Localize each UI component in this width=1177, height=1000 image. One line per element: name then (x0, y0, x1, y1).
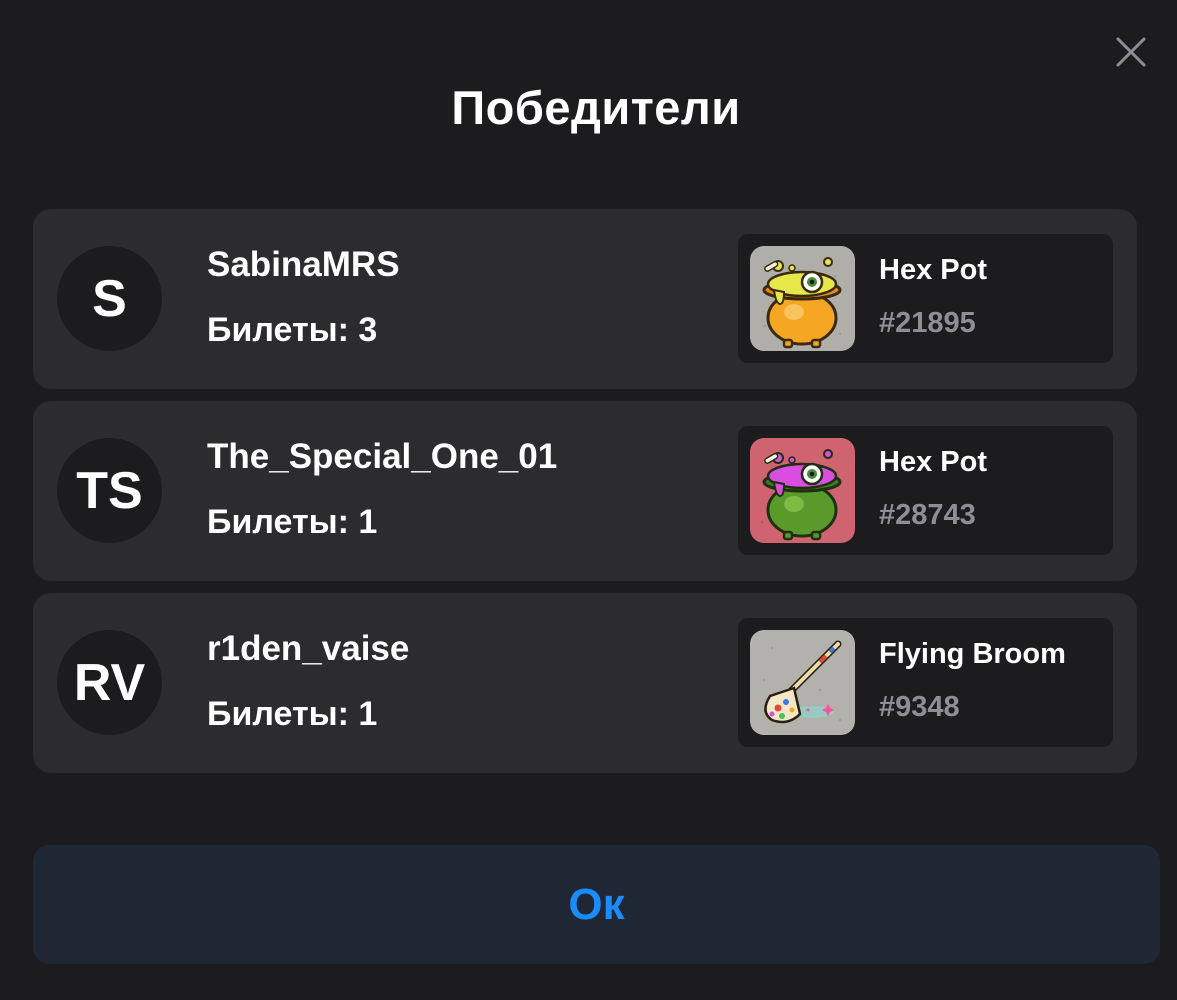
winner-username[interactable]: r1den_vaise (207, 629, 409, 669)
dialog-title: Победители (451, 81, 741, 134)
winner-card: RV r1den_vaise Билеты: 1 Flying Broom #9… (33, 593, 1137, 773)
winner-tickets: Билеты: 1 (207, 503, 378, 541)
prize-number: #21895 (879, 307, 976, 339)
prize-card[interactable]: Hex Pot #28743 (738, 426, 1113, 555)
close-button[interactable] (1113, 34, 1149, 70)
ok-button[interactable]: Ок (33, 845, 1160, 964)
winners-dialog: Победители S SabinaMRS Билеты: 3 Hex Pot… (0, 0, 1177, 1000)
prize-number: #28743 (879, 499, 976, 531)
winners-list: S SabinaMRS Билеты: 3 Hex Pot #21895 TS … (33, 209, 1137, 785)
winner-card: S SabinaMRS Билеты: 3 Hex Pot #21895 (33, 209, 1137, 389)
winner-tickets: Билеты: 1 (207, 695, 378, 733)
prize-name: Hex Pot (879, 446, 987, 478)
avatar[interactable]: S (57, 246, 162, 351)
hex-pot-green-icon (750, 438, 855, 543)
prize-number: #9348 (879, 691, 960, 723)
close-icon (1116, 37, 1146, 67)
avatar[interactable]: TS (57, 438, 162, 543)
ok-button-label: Ок (568, 879, 625, 929)
winner-username[interactable]: The_Special_One_01 (207, 437, 557, 477)
winner-card: TS The_Special_One_01 Билеты: 1 Hex Pot … (33, 401, 1137, 581)
avatar[interactable]: RV (57, 630, 162, 735)
prize-card[interactable]: Hex Pot #21895 (738, 234, 1113, 363)
prize-card[interactable]: Flying Broom #9348 (738, 618, 1113, 747)
winner-tickets: Билеты: 3 (207, 311, 378, 349)
winner-username[interactable]: SabinaMRS (207, 245, 400, 285)
flying-broom-icon (750, 630, 855, 735)
prize-name: Flying Broom (879, 638, 1066, 670)
hex-pot-gold-icon (750, 246, 855, 351)
prize-name: Hex Pot (879, 254, 987, 286)
